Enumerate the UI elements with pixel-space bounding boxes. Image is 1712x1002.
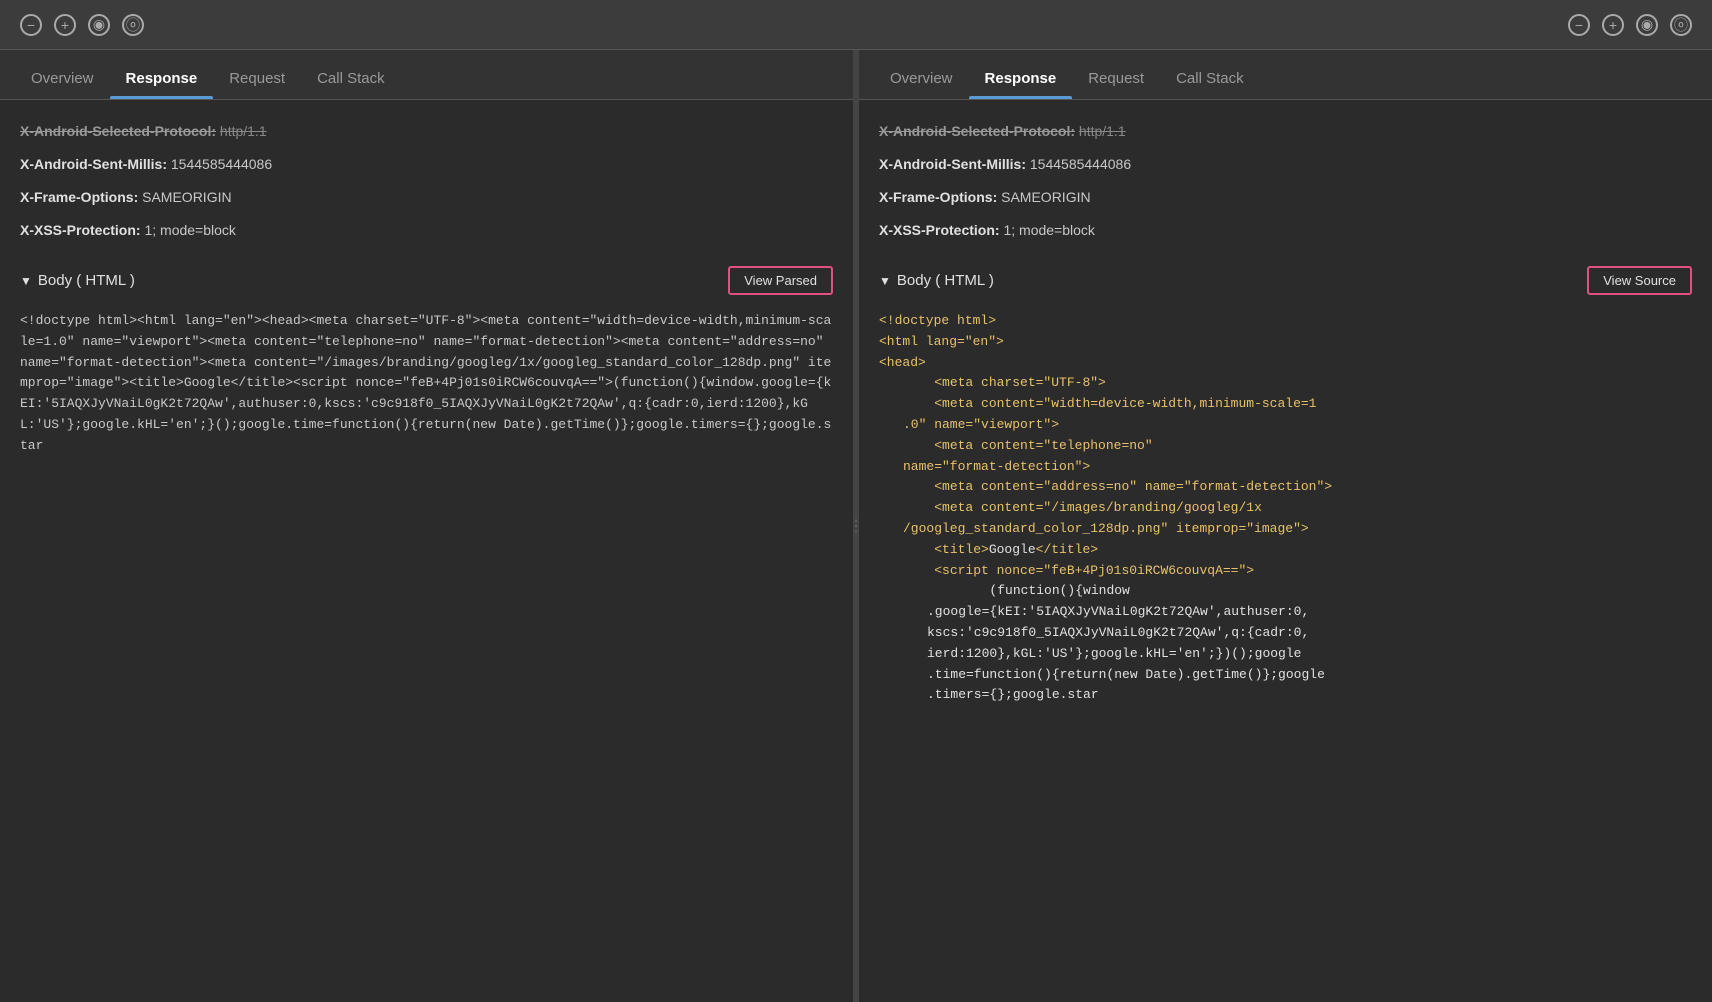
right-headers-section: X-Android-Selected-Protocol: http/1.1 X-… <box>879 115 1692 247</box>
left-raw-body: <!doctype html><html lang="en"><head><me… <box>20 311 833 457</box>
right-window-controls: − + ◉ ⓞ <box>1568 14 1692 36</box>
right-body-title: ▼ Body ( HTML ) <box>879 272 994 289</box>
right-minus-icon[interactable]: − <box>1568 14 1590 36</box>
parsed-line-9: <title>Google</title> <box>879 540 1692 561</box>
right-body-section: ▼ Body ( HTML ) View Source <!doctype ht… <box>879 262 1692 706</box>
parsed-line-10: <script nonce="feB+4Pj01s0iRCW6couvqA=="… <box>879 561 1692 582</box>
left-tab-response[interactable]: Response <box>110 58 214 99</box>
right-tab-callstack[interactable]: Call Stack <box>1160 58 1260 99</box>
left-stop-icon[interactable]: ◉ <box>88 14 110 36</box>
left-body-title: ▼ Body ( HTML ) <box>20 272 135 289</box>
left-header-millis: X-Android-Sent-Millis: 1544585444086 <box>20 148 833 181</box>
parsed-line-3: <head> <box>879 353 1692 374</box>
left-body-arrow: ▼ <box>20 274 32 288</box>
left-window-controls: − + ◉ ⓞ <box>20 14 144 36</box>
right-header-xss: X-XSS-Protection: 1; mode=block <box>879 214 1692 247</box>
left-record-icon[interactable]: ⓞ <box>122 14 144 36</box>
panel-divider[interactable] <box>853 50 859 1002</box>
left-panel: Overview Response Request Call Stack X-A… <box>0 50 853 1002</box>
left-plus-icon[interactable]: + <box>54 14 76 36</box>
right-content-area[interactable]: X-Android-Selected-Protocol: http/1.1 X-… <box>859 100 1712 1002</box>
parsed-line-11: (function(){window .google={kEI:'5IAQXJy… <box>879 581 1692 706</box>
right-stop-icon[interactable]: ◉ <box>1636 14 1658 36</box>
left-content-area[interactable]: X-Android-Selected-Protocol: http/1.1 X-… <box>0 100 853 1002</box>
right-panel: Overview Response Request Call Stack X-A… <box>859 50 1712 1002</box>
right-tab-request[interactable]: Request <box>1072 58 1160 99</box>
right-body-header: ▼ Body ( HTML ) View Source <box>879 262 1692 299</box>
right-tabs-bar: Overview Response Request Call Stack <box>859 50 1712 100</box>
right-header-frame-options: X-Frame-Options: SAMEORIGIN <box>879 181 1692 214</box>
parsed-line-4: <meta charset="UTF-8"> <box>879 373 1692 394</box>
parsed-line-1: <!doctype html> <box>879 311 1692 332</box>
right-header-protocol: X-Android-Selected-Protocol: http/1.1 <box>879 115 1692 148</box>
parsed-line-2: <html lang="en"> <box>879 332 1692 353</box>
right-tab-overview[interactable]: Overview <box>874 58 969 99</box>
top-bar: − + ◉ ⓞ − + ◉ ⓞ <box>0 0 1712 50</box>
panels-container: Overview Response Request Call Stack X-A… <box>0 50 1712 1002</box>
parsed-line-7: <meta content="address=no" name="format-… <box>879 477 1692 498</box>
left-header-frame-options: X-Frame-Options: SAMEORIGIN <box>20 181 833 214</box>
left-view-parsed-button[interactable]: View Parsed <box>728 266 833 295</box>
right-record-icon[interactable]: ⓞ <box>1670 14 1692 36</box>
right-parsed-body: <!doctype html> <html lang="en"> <head> … <box>879 311 1692 706</box>
left-tab-callstack[interactable]: Call Stack <box>301 58 401 99</box>
right-view-source-button[interactable]: View Source <box>1587 266 1692 295</box>
parsed-line-8: <meta content="/images/branding/googleg/… <box>879 498 1692 540</box>
left-body-section: ▼ Body ( HTML ) View Parsed <!doctype ht… <box>20 262 833 457</box>
left-header-protocol: X-Android-Selected-Protocol: http/1.1 <box>20 115 833 148</box>
parsed-line-6: <meta content="telephone=no" name="forma… <box>879 436 1692 478</box>
right-plus-icon[interactable]: + <box>1602 14 1624 36</box>
parsed-line-5: <meta content="width=device-width,minimu… <box>879 394 1692 436</box>
right-body-arrow: ▼ <box>879 274 891 288</box>
right-tab-response[interactable]: Response <box>969 58 1073 99</box>
right-header-millis: X-Android-Sent-Millis: 1544585444086 <box>879 148 1692 181</box>
left-tabs-bar: Overview Response Request Call Stack <box>0 50 853 100</box>
left-headers-section: X-Android-Selected-Protocol: http/1.1 X-… <box>20 115 833 247</box>
left-minus-icon[interactable]: − <box>20 14 42 36</box>
left-body-header: ▼ Body ( HTML ) View Parsed <box>20 262 833 299</box>
left-tab-overview[interactable]: Overview <box>15 58 110 99</box>
left-header-xss: X-XSS-Protection: 1; mode=block <box>20 214 833 247</box>
left-tab-request[interactable]: Request <box>213 58 301 99</box>
